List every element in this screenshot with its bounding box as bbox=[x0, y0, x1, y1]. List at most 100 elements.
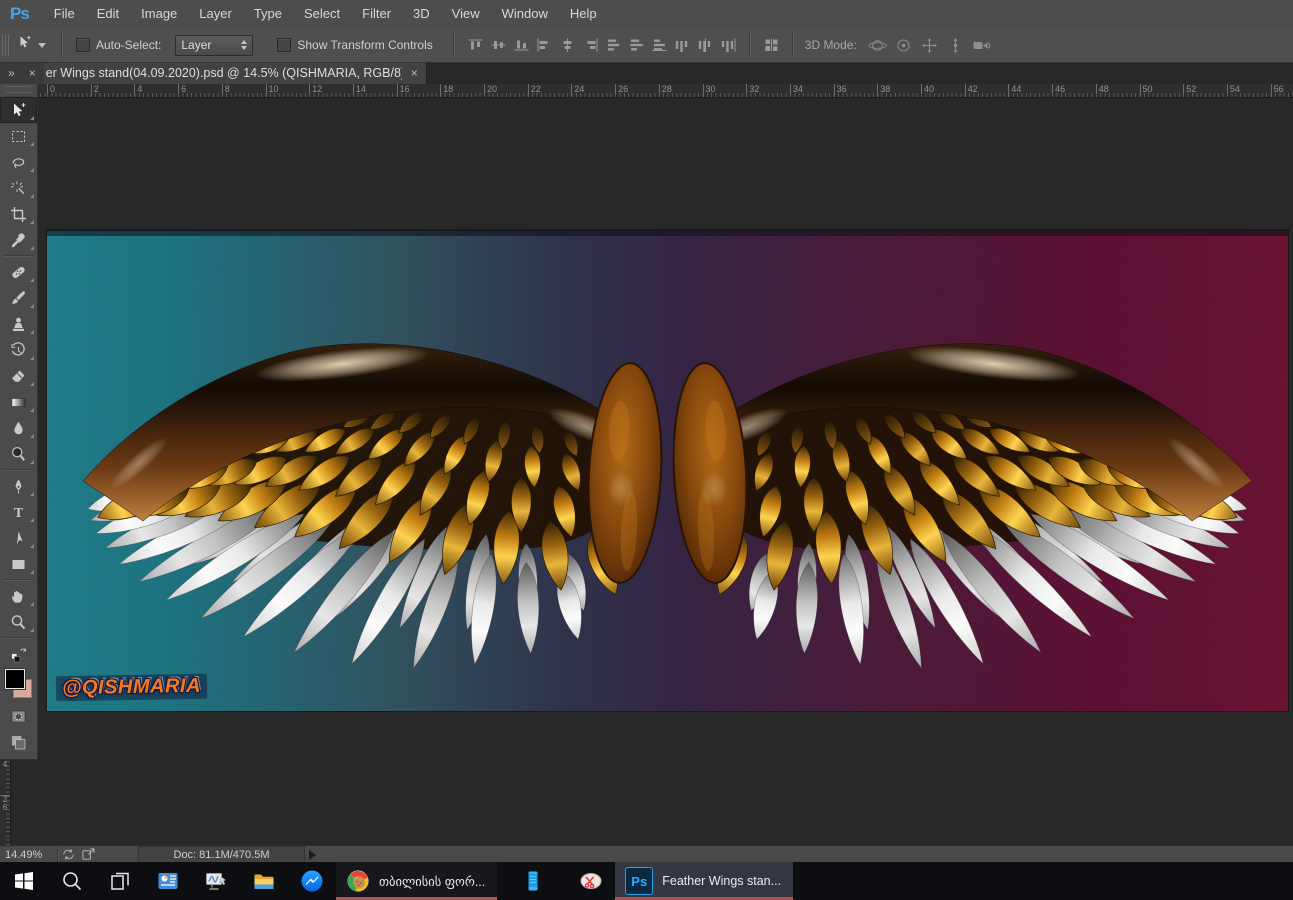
horizontal-ruler[interactable]: 0246810121416182022242628303234363840424… bbox=[10, 84, 1293, 98]
scope-value: Layer bbox=[181, 38, 211, 52]
zoom-level-field[interactable]: 14.49% bbox=[0, 846, 58, 863]
distribute-horizontal-centers-icon[interactable] bbox=[694, 34, 717, 56]
task-view-button[interactable] bbox=[96, 862, 144, 900]
menu-view[interactable]: View bbox=[441, 0, 491, 28]
your-phone-button[interactable] bbox=[509, 862, 557, 900]
hand-tool[interactable] bbox=[0, 583, 37, 609]
distribute-right-edges-icon[interactable] bbox=[717, 34, 740, 56]
tab-bar: » × er Wings stand(04.09.2020).psd @ 14.… bbox=[0, 62, 1293, 84]
quick-mask-mode[interactable] bbox=[0, 703, 37, 729]
separator bbox=[453, 32, 455, 58]
pasteboard[interactable]: @QISHMARIA bbox=[0, 97, 1293, 845]
clone-stamp-tool[interactable] bbox=[0, 311, 37, 337]
magic-wand-tool[interactable] bbox=[0, 175, 37, 201]
path-selection-tool[interactable] bbox=[0, 525, 37, 551]
status-flyout-arrow-icon[interactable] bbox=[309, 850, 316, 860]
distribute-bottom-edges-icon[interactable] bbox=[648, 34, 671, 56]
3d-orbit-icon[interactable] bbox=[865, 34, 891, 56]
distribute-vertical-centers-icon[interactable] bbox=[625, 34, 648, 56]
align-left-edges-icon[interactable] bbox=[533, 34, 556, 56]
tab-overflow-chevron[interactable]: » bbox=[0, 62, 21, 84]
foreground-color-swatch[interactable] bbox=[5, 669, 25, 689]
move-tool[interactable] bbox=[0, 97, 37, 123]
zoom-tool[interactable] bbox=[0, 609, 37, 635]
start-button[interactable] bbox=[0, 862, 48, 900]
spot-healing-brush-tool[interactable] bbox=[0, 259, 37, 285]
file-explorer-button[interactable] bbox=[240, 862, 288, 900]
ruler-label: 32 bbox=[746, 84, 759, 97]
align-top-edges-icon[interactable] bbox=[464, 34, 487, 56]
task-manager-button[interactable] bbox=[192, 862, 240, 900]
rectangular-marquee-tool[interactable] bbox=[0, 123, 37, 149]
menu-3d[interactable]: 3D bbox=[402, 0, 441, 28]
type-tool[interactable]: T bbox=[0, 499, 37, 525]
chrome-button[interactable]: თბილისის ფორ... bbox=[336, 862, 497, 900]
photoshop-window: Ps FileEditImageLayerTypeSelectFilter3DV… bbox=[0, 0, 1293, 900]
ruler-label: 42 bbox=[965, 84, 978, 97]
tab-close-icon[interactable]: × bbox=[411, 66, 418, 80]
menu-layer[interactable]: Layer bbox=[188, 0, 243, 28]
dodge-tool[interactable] bbox=[0, 441, 37, 467]
control-panel-button[interactable] bbox=[144, 862, 192, 900]
show-transform-controls-checkbox[interactable] bbox=[277, 38, 291, 52]
menu-edit[interactable]: Edit bbox=[86, 0, 130, 28]
menu-file[interactable]: File bbox=[43, 0, 86, 28]
rectangle-tool[interactable] bbox=[0, 551, 37, 577]
file-explorer-icon bbox=[252, 869, 276, 893]
menu-select[interactable]: Select bbox=[293, 0, 351, 28]
ruler-label: 22 bbox=[528, 84, 541, 97]
hidden-tab-close-icon[interactable]: × bbox=[21, 62, 44, 84]
lasso-tool[interactable] bbox=[0, 149, 37, 175]
align-vertical-centers-icon[interactable] bbox=[487, 34, 510, 56]
messenger-button[interactable] bbox=[288, 862, 336, 900]
menu-filter[interactable]: Filter bbox=[351, 0, 402, 28]
screen-mode[interactable] bbox=[0, 729, 37, 755]
document-canvas[interactable]: @QISHMARIA bbox=[47, 230, 1288, 711]
3d-pan-icon[interactable] bbox=[917, 34, 943, 56]
gradient-tool[interactable] bbox=[0, 389, 37, 415]
auto-select-checkbox[interactable] bbox=[76, 38, 90, 52]
separator bbox=[792, 32, 794, 58]
history-brush-tool[interactable] bbox=[0, 337, 37, 363]
photoshop-logo: Ps bbox=[10, 4, 29, 24]
snipping-tool-button[interactable] bbox=[567, 862, 615, 900]
panel-grip[interactable] bbox=[6, 84, 31, 97]
adobe-drive-icon[interactable] bbox=[58, 847, 78, 862]
3d-slide-icon[interactable] bbox=[943, 34, 969, 56]
menu-image[interactable]: Image bbox=[130, 0, 188, 28]
ruler-label: 30 bbox=[703, 84, 716, 97]
chrome-icon bbox=[346, 869, 370, 893]
crop-tool[interactable] bbox=[0, 201, 37, 227]
document-tab[interactable]: er Wings stand(04.09.2020).psd @ 14.5% (… bbox=[44, 62, 427, 84]
photoshop-button[interactable]: PsFeather Wings stan... bbox=[615, 862, 793, 900]
align-right-edges-icon[interactable] bbox=[579, 34, 602, 56]
eyedropper-tool[interactable] bbox=[0, 227, 37, 253]
eraser-tool[interactable] bbox=[0, 363, 37, 389]
doc-size-readout[interactable]: Doc: 81.1M/470.5M bbox=[138, 846, 305, 863]
current-tool-preset[interactable] bbox=[17, 35, 46, 55]
ruler-label: 12 bbox=[309, 84, 322, 97]
tools-panel: T bbox=[0, 84, 38, 760]
menu-bar: Ps FileEditImageLayerTypeSelectFilter3DV… bbox=[0, 0, 1293, 29]
auto-select-scope-dropdown[interactable]: Layer bbox=[175, 35, 253, 56]
align-bottom-edges-icon[interactable] bbox=[510, 34, 533, 56]
blur-tool[interactable] bbox=[0, 415, 37, 441]
ruler-label: 6 bbox=[178, 84, 186, 97]
distribute-top-edges-icon[interactable] bbox=[602, 34, 625, 56]
menu-help[interactable]: Help bbox=[559, 0, 608, 28]
brush-tool[interactable] bbox=[0, 285, 37, 311]
align-horizontal-centers-icon[interactable] bbox=[556, 34, 579, 56]
auto-align-layers-icon[interactable] bbox=[760, 34, 783, 56]
search-button[interactable] bbox=[48, 862, 96, 900]
options-bar-grip[interactable] bbox=[2, 34, 9, 56]
color-swatches[interactable] bbox=[0, 667, 37, 703]
3d-roll-icon[interactable] bbox=[891, 34, 917, 56]
3d-camera-icon[interactable] bbox=[969, 34, 995, 56]
distribute-left-edges-icon[interactable] bbox=[671, 34, 694, 56]
menu-window[interactable]: Window bbox=[491, 0, 559, 28]
share-export-icon[interactable] bbox=[78, 847, 98, 862]
pen-tool[interactable] bbox=[0, 473, 37, 499]
swap-colors[interactable] bbox=[0, 641, 37, 667]
separator bbox=[61, 32, 63, 58]
menu-type[interactable]: Type bbox=[243, 0, 293, 28]
